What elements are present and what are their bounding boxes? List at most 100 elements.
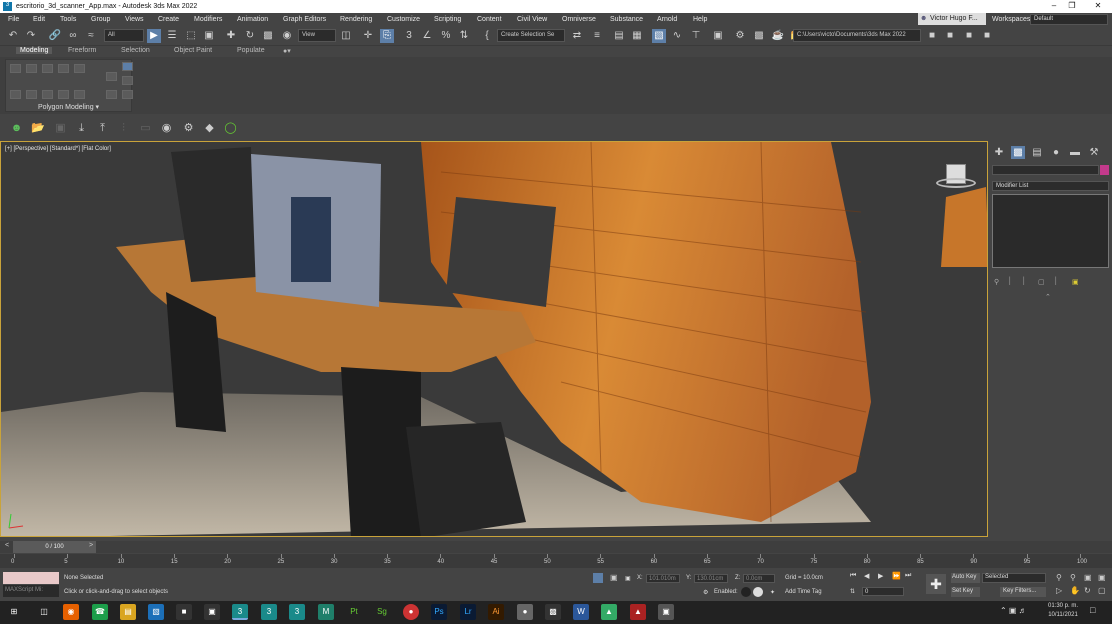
firefox-icon[interactable]: ◉	[63, 604, 79, 620]
x-coordinate-field[interactable]: 101.010m	[646, 574, 680, 583]
menu-substance[interactable]: Substance	[610, 16, 643, 23]
photoshop-icon[interactable]: Ps	[431, 604, 447, 620]
menu-modifiers[interactable]: Modifiers	[194, 16, 222, 23]
photoshop-express-icon[interactable]: ■	[176, 604, 192, 620]
hierarchy-tab-icon[interactable]: ▤	[1030, 146, 1044, 159]
schematic-view-icon[interactable]: ⊤	[689, 29, 703, 43]
display-tab-icon[interactable]: ▬	[1068, 146, 1082, 159]
prev-frame-icon[interactable]: <	[5, 542, 9, 549]
system-tray-icons[interactable]: ⌃ ▣ ♬	[1000, 606, 1027, 615]
key-mode-dropdown[interactable]: Selected	[982, 573, 1046, 583]
menu-help[interactable]: Help	[693, 16, 707, 23]
menu-customize[interactable]: Customize	[387, 16, 420, 23]
previous-frame-icon[interactable]: ◀	[864, 572, 869, 580]
arnold-export-icon[interactable]: ■	[962, 29, 976, 43]
ribbon-tool-button[interactable]	[58, 64, 69, 73]
store-icon[interactable]: ▩	[545, 604, 561, 620]
ribbon-tool-button[interactable]	[42, 90, 53, 99]
tab-populate[interactable]: Populate	[237, 47, 265, 54]
whatsapp-icon[interactable]: ☎	[92, 604, 108, 620]
configure-sets-icon[interactable]: │	[1054, 278, 1058, 285]
adaptive-degradation-icon[interactable]: ⚙	[703, 589, 708, 596]
curve-editor-icon[interactable]: ∿	[670, 29, 684, 43]
object-name-field[interactable]	[992, 165, 1099, 175]
selection-filter-dropdown[interactable]: All	[104, 29, 144, 42]
menu-rendering[interactable]: Rendering	[340, 16, 372, 23]
menu-file[interactable]: File	[8, 16, 19, 23]
render-production-icon[interactable]: ☕	[771, 29, 785, 43]
render-setup-icon[interactable]: ⚙	[733, 29, 747, 43]
next-frame-icon[interactable]: ⏩	[892, 572, 901, 580]
add-time-tag[interactable]: Add Time Tag	[785, 589, 822, 595]
lightroom-icon[interactable]: Lr	[460, 604, 476, 620]
menu-create[interactable]: Create	[158, 16, 179, 23]
task-view-icon[interactable]: ◫	[36, 604, 52, 620]
toggle-icon[interactable]: ▭	[139, 122, 152, 135]
time-tag-toggle[interactable]	[741, 587, 751, 597]
menu-content[interactable]: Content	[477, 16, 502, 23]
auto-key-button[interactable]: Auto Key	[951, 573, 980, 583]
illustrator-icon[interactable]: Ai	[488, 604, 504, 620]
maxscript-listener-input[interactable]	[3, 572, 59, 584]
zoom-extents-all-icon[interactable]: ▣	[1098, 573, 1106, 582]
play-icon[interactable]: ▶	[878, 572, 883, 580]
app-icon-green[interactable]: ▲	[601, 604, 617, 620]
rotate-icon[interactable]: ↻	[243, 29, 257, 43]
learn-icon[interactable]: ◆	[203, 122, 216, 135]
close-icon[interactable]: ✕	[1084, 1, 1112, 10]
sync-icon[interactable]: ◯	[224, 122, 237, 135]
polygon-modeling-label[interactable]: Polygon Modeling ▾	[6, 103, 131, 111]
menu-arnold[interactable]: Arnold	[657, 16, 677, 23]
viewcube[interactable]	[936, 164, 976, 192]
collapse-arrow-icon[interactable]: ⌃	[1045, 293, 1051, 301]
file-explorer-icon[interactable]: ▤	[120, 604, 136, 620]
zoom-extents-icon[interactable]: ▣	[1084, 573, 1092, 582]
arnold-ipr-icon[interactable]: ■	[943, 29, 957, 43]
keyboard-shortcut-override-icon[interactable]: ⎘	[380, 29, 394, 43]
fov-icon[interactable]: ▷	[1056, 586, 1062, 595]
ribbon-tool-button[interactable]	[122, 62, 133, 71]
trello-icon[interactable]: ▧	[148, 604, 164, 620]
selection-lock-icon[interactable]: ▣	[610, 573, 620, 583]
track-bar[interactable]: 0 5 10 15 20 25 30 35 40 45 50 55 60 65 70 75 80 85 90 95 10…	[0, 554, 1112, 568]
ribbon-tool-button[interactable]	[58, 90, 69, 99]
material-editor-icon[interactable]: ▣	[711, 29, 725, 43]
current-frame-field[interactable]: 0	[862, 587, 904, 596]
maxscript-mini-listener[interactable]: MAXScript Mi:	[3, 585, 59, 597]
set-key-button[interactable]: Set Key	[951, 587, 980, 597]
tab-selection[interactable]: Selection	[121, 47, 150, 54]
time-tag-icon[interactable]: ✦	[770, 589, 775, 596]
maya-icon[interactable]: M	[318, 604, 334, 620]
pan-icon[interactable]: ✋	[1070, 586, 1080, 595]
select-manipulate-icon[interactable]: ✛	[361, 29, 375, 43]
restore-icon[interactable]: ❐	[1058, 1, 1086, 10]
app-icon-red[interactable]: ▲	[630, 604, 646, 620]
zoom-icon[interactable]: ⚲	[1056, 573, 1062, 582]
arnold-log-icon[interactable]: ■	[980, 29, 994, 43]
ribbon-options-icon[interactable]: ●▾	[283, 47, 291, 55]
object-color-swatch[interactable]	[1100, 165, 1109, 175]
share-icon[interactable]: ⫶	[117, 122, 130, 135]
substance-designer-icon[interactable]: Sg	[374, 604, 390, 620]
show-end-result-icon[interactable]: │	[1008, 278, 1012, 285]
zoom-all-icon[interactable]: ⚲	[1070, 573, 1076, 582]
viewcube-ring[interactable]	[936, 178, 976, 188]
ribbon-tool-button[interactable]	[122, 76, 133, 85]
ribbon-tool-button[interactable]	[106, 90, 117, 99]
globe-icon[interactable]: ◉	[160, 122, 173, 135]
modify-tab-icon[interactable]: ▩	[1011, 146, 1025, 159]
app-icon-gray[interactable]: ▣	[658, 604, 674, 620]
isolate-selection-icon[interactable]	[593, 573, 603, 583]
modifier-sets-icon[interactable]: ▣	[1072, 278, 1079, 286]
select-by-name-icon[interactable]: ☰	[165, 29, 179, 43]
key-filters-button[interactable]: Key Filters...	[1000, 587, 1046, 597]
window-crossing-icon[interactable]: ▣	[202, 29, 216, 43]
menu-views[interactable]: Views	[125, 16, 144, 23]
layer-explorer-icon[interactable]: ▦	[630, 29, 644, 43]
ribbon-tool-button[interactable]	[10, 64, 21, 73]
next-frame-icon[interactable]: >	[89, 542, 93, 549]
menu-edit[interactable]: Edit	[33, 16, 45, 23]
make-unique-icon[interactable]: │	[1022, 278, 1026, 285]
menu-civil-view[interactable]: Civil View	[517, 16, 547, 23]
angle-snap-icon[interactable]: ∠	[420, 29, 434, 43]
